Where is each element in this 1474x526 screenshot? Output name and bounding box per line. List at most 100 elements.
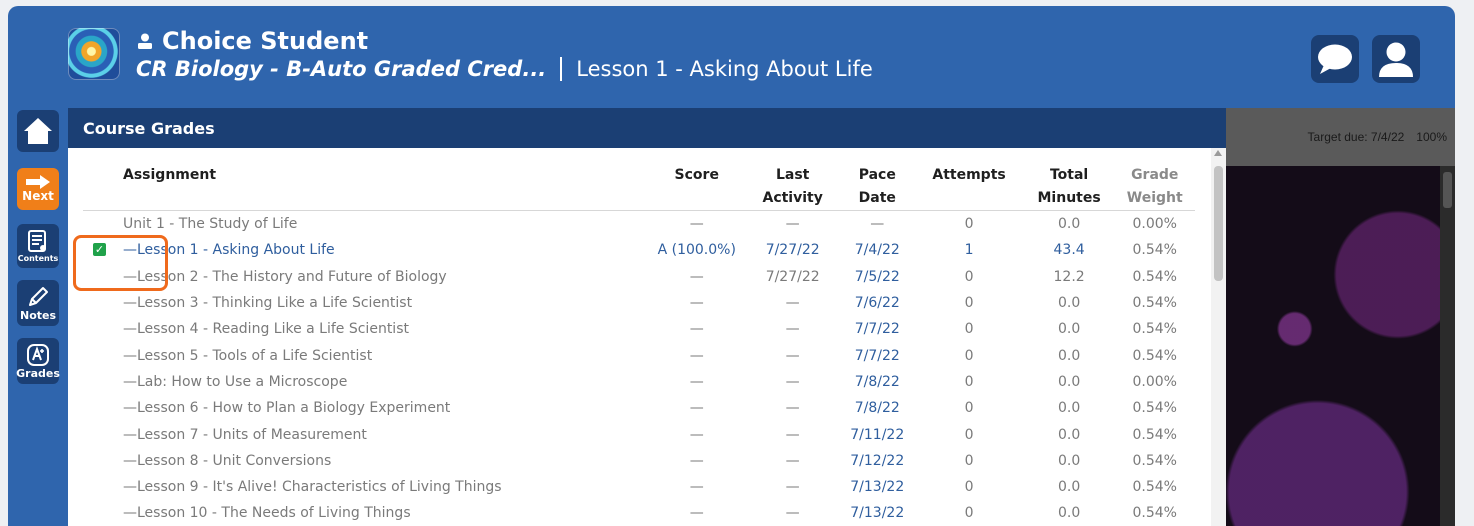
course-name[interactable]: CR Biology - B-Auto Graded Cred... <box>136 57 546 81</box>
col-score: Score <box>674 167 719 183</box>
weight-cell: 0.54% <box>1132 268 1177 285</box>
table-row[interactable]: —Lesson 2 - The History and Future of Bi… <box>83 264 1195 290</box>
notes-button[interactable]: Notes <box>17 280 59 326</box>
scroll-up-arrow-icon[interactable] <box>1214 150 1222 156</box>
next-label: Next <box>22 189 54 203</box>
last-activity-cell: 7/27/22 <box>765 268 820 285</box>
weight-cell: 0.54% <box>1132 505 1177 522</box>
last-activity-cell: — <box>785 426 800 443</box>
table-row[interactable]: —Lesson 3 - Thinking Like a Life Scienti… <box>83 290 1195 316</box>
pace-date-cell: 7/8/22 <box>854 400 900 417</box>
weight-cell: 0.54% <box>1132 295 1177 312</box>
student-name: Choice Student <box>162 27 369 55</box>
messages-button[interactable] <box>1311 35 1359 83</box>
home-icon <box>24 118 52 144</box>
assignment-cell[interactable]: —Lesson 8 - Unit Conversions <box>83 448 648 474</box>
table-row[interactable]: —Lesson 8 - Unit Conversions — — 7/12/22… <box>83 448 1195 474</box>
assignment-cell[interactable]: —Lesson 4 - Reading Like a Life Scientis… <box>83 316 648 342</box>
pace-date-cell: 7/13/22 <box>850 479 905 496</box>
table-row[interactable]: —Lesson 4 - Reading Like a Life Scientis… <box>83 316 1195 342</box>
assignment-cell[interactable]: —Lab: How to Use a Microscope <box>83 369 648 395</box>
last-activity-cell: — <box>785 479 800 496</box>
attempts-cell: 0 <box>964 400 974 417</box>
assignment-cell[interactable]: —Lesson 10 - The Needs of Living Things <box>83 500 648 526</box>
assignment-link[interactable]: —Lesson 1 - Asking About Life <box>123 242 335 258</box>
weight-cell: 0.54% <box>1132 347 1177 364</box>
table-row[interactable]: —Lesson 9 - It's Alive! Characteristics … <box>83 474 1195 500</box>
table-row[interactable]: —Lesson 6 - How to Plan a Biology Experi… <box>83 395 1195 421</box>
preview-scrollbar[interactable] <box>1440 166 1455 526</box>
score-cell: — <box>689 479 704 496</box>
grades-icon <box>27 343 49 366</box>
due-bar: Target due: 7/4/22 100% <box>1226 108 1455 166</box>
notes-label: Notes <box>19 308 57 322</box>
assignment-cell[interactable]: —Lesson 6 - How to Plan a Biology Experi… <box>83 395 648 421</box>
next-button[interactable]: Next <box>17 168 59 210</box>
assignment-cell[interactable]: —Lesson 5 - Tools of a Life Scientist <box>83 342 648 368</box>
assignment-cell[interactable]: ✓ —Lesson 1 - Asking About Life <box>83 237 648 263</box>
preview-scroll-thumb[interactable] <box>1443 172 1452 208</box>
table-row[interactable]: —Lesson 7 - Units of Measurement — — 7/1… <box>83 421 1195 447</box>
attempts-cell: 0 <box>964 268 974 285</box>
grades-scrollbar[interactable] <box>1211 148 1226 526</box>
course-row: CR Biology - B-Auto Graded Cred... Lesso… <box>136 57 873 81</box>
minutes-cell: 12.2 <box>1053 268 1085 285</box>
weight-cell: 0.54% <box>1132 321 1177 338</box>
table-row[interactable]: —Lesson 5 - Tools of a Life Scientist — … <box>83 342 1195 368</box>
panel-header: Course Grades <box>68 108 1226 148</box>
profile-button[interactable] <box>1372 35 1420 83</box>
pace-date-cell: 7/4/22 <box>854 242 900 259</box>
last-activity-cell: — <box>785 373 800 390</box>
attempts-cell: 0 <box>964 216 974 233</box>
app-window: Choice Student CR Biology - B-Auto Grade… <box>8 6 1455 526</box>
grades-button[interactable]: Grades <box>16 338 60 384</box>
score-cell: — <box>689 373 704 390</box>
table-row[interactable]: ✓ —Lesson 1 - Asking About Life A (100.0… <box>83 237 1195 263</box>
target-due-text: Target due: 7/4/22 <box>1307 130 1405 144</box>
minutes-cell: 0.0 <box>1057 295 1081 312</box>
table-header-row: Assignment Score Last Activity Pace Date A… <box>83 164 1195 211</box>
score-cell: — <box>689 426 704 443</box>
attempts-cell: 0 <box>964 479 974 496</box>
assignment-cell[interactable]: —Lesson 7 - Units of Measurement <box>83 421 648 447</box>
home-button[interactable] <box>17 110 59 152</box>
pencil-icon <box>29 286 48 306</box>
attempts-cell: 0 <box>964 373 974 390</box>
last-activity-cell: — <box>785 321 800 338</box>
pace-date-cell: 7/6/22 <box>854 295 900 312</box>
assignment-cell[interactable]: —Lesson 3 - Thinking Like a Life Scienti… <box>83 290 648 316</box>
last-activity-cell: — <box>785 452 800 469</box>
grades-table: Assignment Score Last Activity Pace Date A… <box>83 164 1195 526</box>
table-row[interactable]: —Lab: How to Use a Microscope — — 7/8/22… <box>83 369 1195 395</box>
attempts-cell: 0 <box>964 347 974 364</box>
lesson-title: Lesson 1 - Asking About Life <box>576 57 873 81</box>
pace-date-cell: 7/5/22 <box>854 268 900 285</box>
score-cell: — <box>689 216 704 233</box>
grades-label: Grades <box>16 366 60 380</box>
user-icon <box>138 33 152 49</box>
checkmark-icon: ✓ <box>93 243 106 257</box>
arrow-right-icon <box>26 175 50 189</box>
col-pace-date: Pace Date <box>858 167 896 206</box>
weight-cell: 0.54% <box>1132 426 1177 443</box>
contents-button[interactable]: Contents <box>17 224 59 268</box>
score-cell: — <box>689 268 704 285</box>
title-separator <box>560 57 563 81</box>
attempts-cell: 1 <box>964 242 974 259</box>
score-cell: — <box>689 321 704 338</box>
minutes-cell: 0.0 <box>1057 347 1081 364</box>
minutes-cell: 0.0 <box>1057 216 1081 233</box>
lesson-background-image <box>1226 166 1455 526</box>
scroll-thumb[interactable] <box>1214 166 1223 281</box>
minutes-cell: 43.4 <box>1053 242 1085 259</box>
pace-date-cell: 7/8/22 <box>854 373 900 390</box>
student-row: Choice Student <box>136 26 368 56</box>
assignment-cell[interactable]: —Lesson 2 - The History and Future of Bi… <box>83 264 648 290</box>
last-activity-cell: — <box>785 400 800 417</box>
score-cell: — <box>689 347 704 364</box>
score-cell: — <box>689 295 704 312</box>
col-total-minutes: Total Minutes <box>1037 167 1101 206</box>
assignment-cell[interactable]: —Lesson 9 - It's Alive! Characteristics … <box>83 474 648 500</box>
table-row[interactable]: —Lesson 10 - The Needs of Living Things … <box>83 500 1195 526</box>
last-activity-cell: — <box>785 347 800 364</box>
